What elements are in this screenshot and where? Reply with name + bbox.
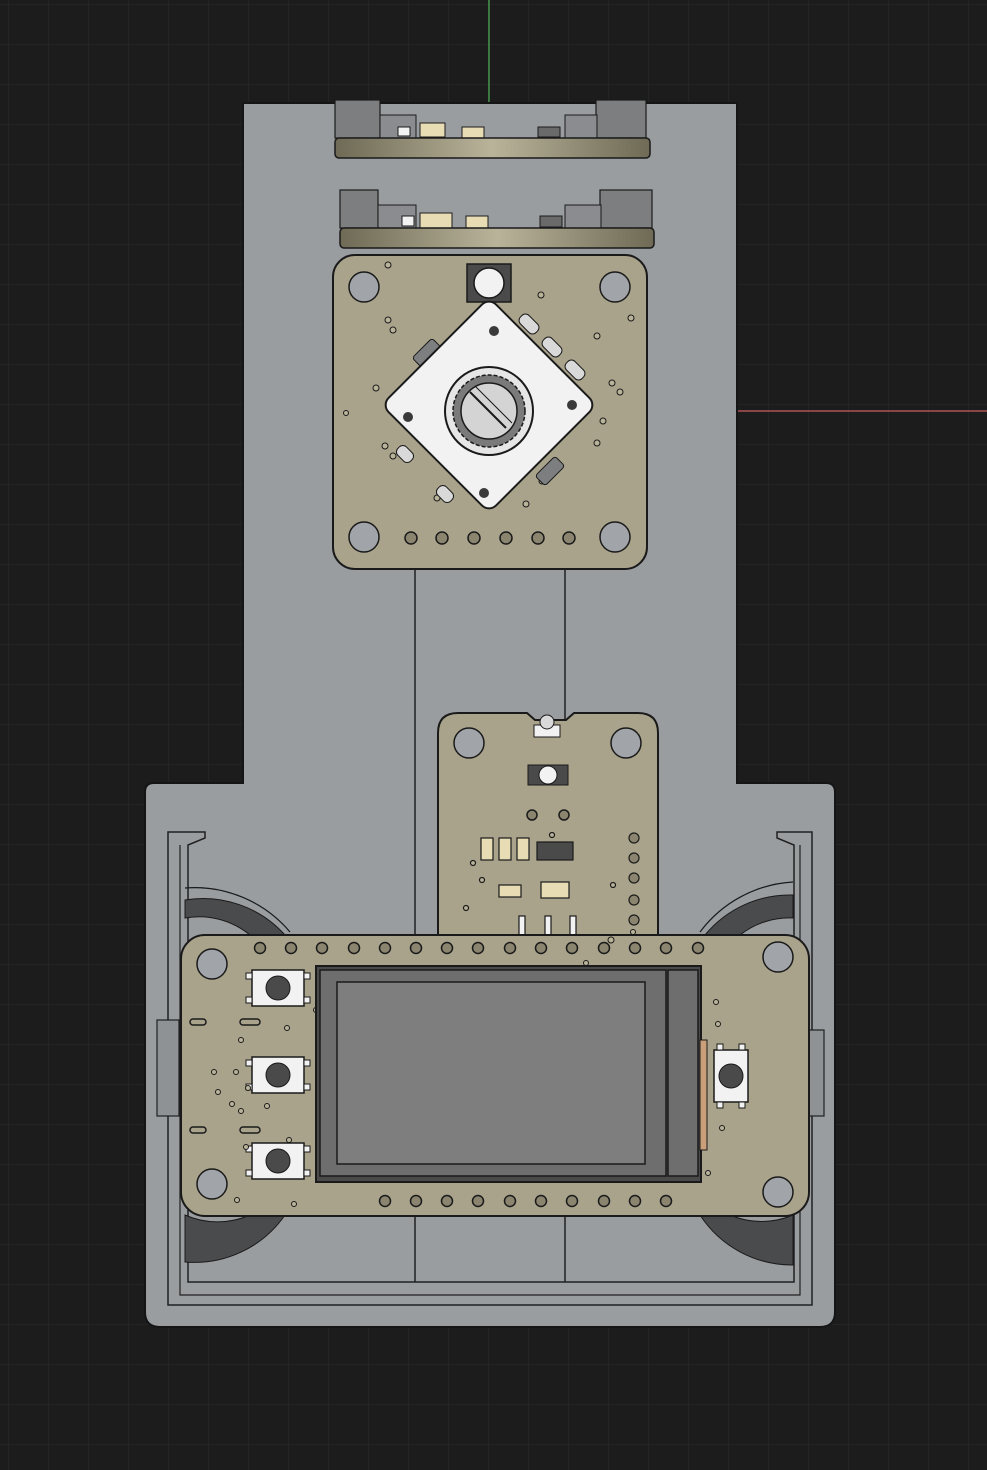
display-board[interactable] xyxy=(180,929,810,1217)
mount-hole xyxy=(348,521,380,553)
connector-rail-top xyxy=(334,137,651,159)
cad-viewport[interactable] xyxy=(0,0,987,1470)
encoder-board[interactable] xyxy=(332,254,648,570)
sensor-board[interactable] xyxy=(437,712,659,941)
display-header-top xyxy=(253,941,705,955)
mount-hole xyxy=(599,271,631,303)
mount-hole xyxy=(196,948,228,980)
lcd-flex-cable xyxy=(699,1039,708,1151)
tactile-button-side[interactable] xyxy=(713,1043,749,1109)
tactile-button-1[interactable] xyxy=(245,969,311,1007)
cad-scene xyxy=(0,0,987,1470)
tactile-button-2[interactable] xyxy=(245,1056,311,1094)
mount-hole xyxy=(196,1168,228,1200)
mount-hole xyxy=(348,271,380,303)
tactile-button-3[interactable] xyxy=(245,1142,311,1180)
mount-hole xyxy=(762,941,794,973)
mount-hole xyxy=(762,1176,794,1208)
mount-hole xyxy=(453,727,485,759)
mount-hole xyxy=(599,521,631,553)
mount-hole xyxy=(610,727,642,759)
side-tab-left xyxy=(156,1019,180,1117)
connector-rail-middle xyxy=(339,227,655,249)
lcd-connector-tab xyxy=(667,969,699,1177)
lcd-display-module[interactable] xyxy=(315,965,708,1183)
encoder-led xyxy=(473,267,505,299)
lcd-screen xyxy=(336,981,646,1165)
